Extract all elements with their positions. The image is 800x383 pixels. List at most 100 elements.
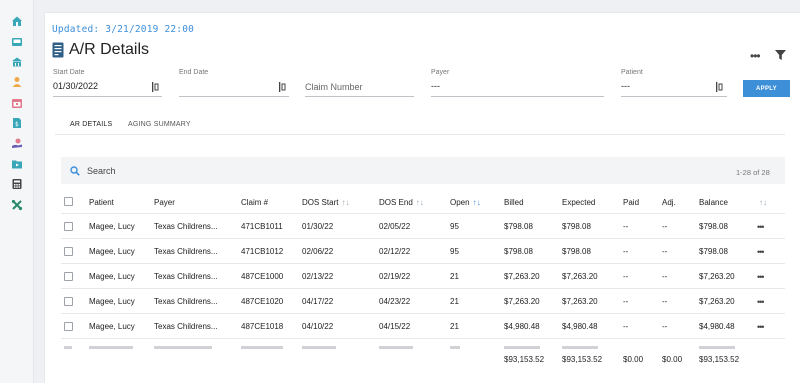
row-more-button[interactable]: •••	[757, 297, 765, 307]
column-header-more[interactable]: ↑↓	[759, 198, 767, 207]
patient-select[interactable]: ---	[621, 81, 630, 91]
total-paid: $0.00	[623, 355, 644, 364]
cell-dos-start: 02/13/22	[302, 272, 334, 281]
cell-balance: $7,263.20	[699, 272, 735, 281]
tab-ar-details[interactable]: AR DETAILS	[70, 121, 112, 128]
inbox-icon[interactable]	[11, 36, 23, 48]
cell-balance: $4,980.48	[699, 322, 735, 331]
calculator-icon[interactable]	[11, 178, 23, 190]
cell-open: 21	[450, 322, 459, 331]
cell-dos-start: 02/06/22	[302, 247, 334, 256]
clipped-text	[450, 346, 460, 349]
cell-dos-start: 04/17/22	[302, 297, 334, 306]
cell-claim[interactable]: 487CE1018	[241, 322, 283, 331]
patient-underline	[621, 96, 727, 97]
select-all-checkbox[interactable]	[64, 197, 73, 206]
svg-text:$: $	[15, 121, 19, 128]
row-more-button[interactable]: •••	[757, 322, 765, 332]
row-checkbox[interactable]	[64, 222, 73, 231]
column-header-expected[interactable]: Expected	[562, 198, 595, 207]
cell-payer: Texas Childrens...	[154, 222, 218, 231]
calendar-picker-icon[interactable]	[152, 79, 159, 92]
cell-claim[interactable]: 487CE1020	[241, 297, 283, 306]
column-header-paid[interactable]: Paid	[623, 198, 639, 207]
tab-aging-summary[interactable]: AGING SUMMARY	[128, 121, 191, 128]
column-header-dos-end[interactable]: DOS End ↑↓	[379, 198, 424, 207]
payer-select[interactable]: ---	[431, 81, 440, 91]
sort-icon[interactable]: ↑↓	[341, 198, 349, 207]
cell-billed: $4,980.48	[504, 322, 540, 331]
user-icon[interactable]	[11, 76, 23, 88]
total-adj: $0.00	[662, 355, 683, 364]
sort-icon[interactable]: ↑↓	[759, 198, 767, 207]
document-icon[interactable]: $	[11, 117, 23, 129]
row-divider	[61, 263, 785, 264]
row-checkbox[interactable]	[64, 322, 73, 331]
row-divider	[61, 338, 785, 339]
row-checkbox[interactable]	[64, 272, 73, 281]
row-checkbox[interactable]	[64, 247, 73, 256]
column-header-adj[interactable]: Adj.	[662, 198, 676, 207]
cell-open: 95	[450, 222, 459, 231]
column-header-billed[interactable]: Billed	[504, 198, 524, 207]
cell-billed: $7,263.20	[504, 297, 540, 306]
payer-label: Payer	[431, 69, 450, 76]
total-balance: $93,153.52	[699, 355, 740, 364]
cell-billed: $798.08	[504, 247, 533, 256]
row-more-button[interactable]: •••	[757, 222, 765, 232]
last-updated: Updated: 3/21/2019 22:00	[52, 24, 195, 35]
cell-adj: --	[662, 272, 668, 281]
payment-icon[interactable]	[11, 137, 23, 149]
cell-claim[interactable]: 471CB1012	[241, 247, 283, 256]
calendar-picker-icon[interactable]	[279, 79, 286, 92]
column-header-open[interactable]: Open ↑↓	[450, 198, 481, 207]
clipped-text	[154, 346, 212, 349]
search-input[interactable]: Search	[87, 166, 116, 176]
row-more-button[interactable]: •••	[757, 272, 765, 282]
column-header-claim[interactable]: Claim #	[241, 198, 268, 207]
row-more-button[interactable]: •••	[757, 247, 765, 257]
cell-patient[interactable]: Magee, Lucy	[89, 297, 135, 306]
claim-number-input[interactable]: Claim Number	[305, 82, 363, 92]
cell-claim[interactable]: 471CB1011	[241, 222, 283, 231]
sort-icon[interactable]: ↑↓	[473, 198, 481, 207]
column-header-patient[interactable]: Patient	[89, 198, 114, 207]
cell-adj: --	[662, 247, 668, 256]
tools-icon[interactable]	[11, 199, 23, 211]
cell-patient[interactable]: Magee, Lucy	[89, 247, 135, 256]
sort-icon[interactable]: ↑↓	[416, 198, 424, 207]
clipped-text	[241, 346, 283, 349]
cell-open: 21	[450, 272, 459, 281]
cell-payer: Texas Childrens...	[154, 272, 218, 281]
cell-paid: --	[623, 222, 629, 231]
column-header-balance[interactable]: Balance	[699, 198, 728, 207]
cell-dos-end: 04/15/22	[379, 322, 411, 331]
cell-patient[interactable]: Magee, Lucy	[89, 222, 135, 231]
cell-balance: $798.08	[699, 222, 728, 231]
bank-icon[interactable]	[11, 56, 23, 68]
apply-button[interactable]: APPLY	[743, 80, 790, 97]
cell-patient[interactable]: Magee, Lucy	[89, 272, 135, 281]
more-options-button[interactable]: •••	[750, 49, 761, 63]
start-date-input[interactable]: 01/30/2022	[53, 81, 98, 91]
cell-payer: Texas Childrens...	[154, 297, 218, 306]
cell-patient[interactable]: Magee, Lucy	[89, 322, 135, 331]
cell-claim[interactable]: 487CE1000	[241, 272, 283, 281]
column-header-dos-start[interactable]: DOS Start ↑↓	[302, 198, 349, 207]
row-checkbox[interactable]	[64, 297, 73, 306]
column-header-payer[interactable]: Payer	[154, 198, 175, 207]
cell-expected: $7,263.20	[562, 272, 598, 281]
calendar-icon[interactable]	[11, 97, 23, 109]
cell-payer: Texas Childrens...	[154, 322, 218, 331]
row-divider	[61, 313, 785, 314]
folder-icon[interactable]	[11, 158, 23, 170]
patient-picker-icon[interactable]	[716, 79, 723, 92]
cell-open: 21	[450, 297, 459, 306]
home-icon[interactable]	[11, 15, 23, 27]
clipped-text	[379, 346, 413, 349]
search-icon	[70, 166, 80, 176]
filter-icon[interactable]	[775, 50, 786, 60]
cell-dos-start: 04/10/22	[302, 322, 334, 331]
cell-paid: --	[623, 322, 629, 331]
clipped-text	[562, 346, 598, 349]
